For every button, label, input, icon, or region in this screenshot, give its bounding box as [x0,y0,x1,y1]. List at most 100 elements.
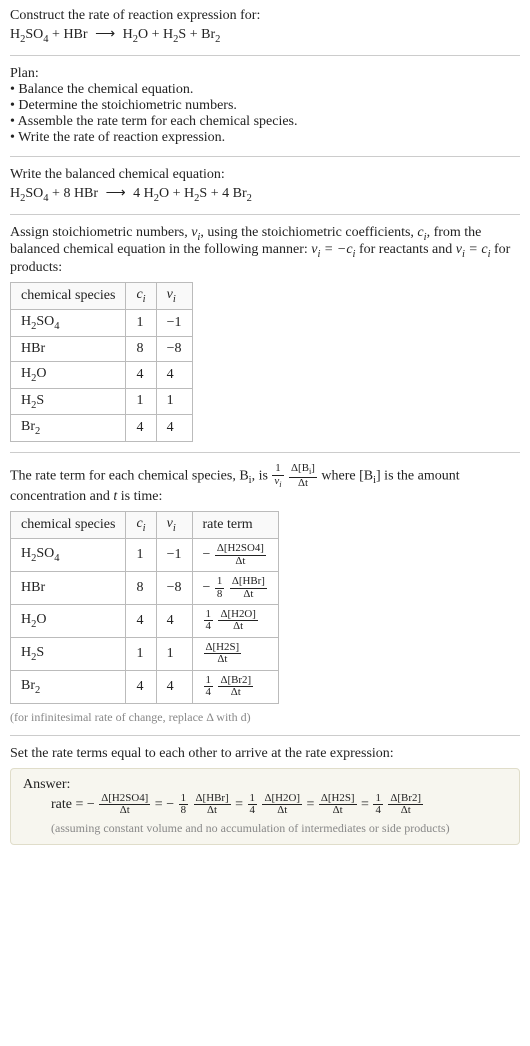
fraction: Δ[H2O]Δt [262,793,301,817]
sub: 4 [54,553,59,564]
sub: i [173,523,176,534]
chem: H [10,186,20,201]
cell: 4 [156,670,192,703]
sub: 2 [247,193,252,204]
cell: −1 [156,309,192,336]
chem: O [159,186,169,201]
num: Δ[Br2] [218,675,253,686]
cell: HBr [11,336,126,361]
chem: Br [233,186,247,201]
chem: S [36,393,44,408]
divider [10,214,520,215]
cell: 8 [126,336,156,361]
col-nui: νi [156,283,192,310]
fraction: 14 [204,609,213,633]
text: , is [252,469,272,484]
cell: Br2 [11,670,126,703]
chem: H [10,27,20,42]
cell: 4 [126,605,156,638]
num: 1 [248,793,257,804]
num: 1 [204,609,213,620]
cell: − 18 Δ[HBr]Δt [192,572,278,605]
plan-item: • Balance the chemical equation. [10,82,520,98]
fraction: Δ[Bi]Δt [289,463,317,489]
fraction: Δ[H2SO4]Δt [215,543,266,567]
plus: + [152,27,163,42]
chem: S [199,186,207,201]
num: Δ[HBr] [230,576,267,587]
chem: SO [25,186,43,201]
fraction: 14 [373,793,382,817]
plan-title: Plan: [10,66,520,82]
answer-box: Answer: rate = − Δ[H2SO4]Δt = − 18 Δ[HBr… [10,768,520,845]
answer-note: (assuming constant volume and no accumul… [51,821,507,836]
arrow-icon: ⟶ [102,186,130,201]
table-row: HBr 8 −8 − 18 Δ[HBr]Δt [11,572,279,605]
cell: 4 [126,670,156,703]
chem: H [21,366,31,381]
plus: + [190,27,201,42]
chem: Br [21,419,35,434]
rate-label: rate = − [51,797,98,812]
plan-item: • Write the rate of reaction expression. [10,130,520,146]
chem: SO [25,27,43,42]
den: 4 [204,686,213,698]
text: The rate term for each chemical species,… [10,469,249,484]
neg: − [203,580,214,595]
den: νi [272,475,283,490]
chem: H [21,546,31,561]
cell: Δ[H2S]Δt [192,637,278,670]
eq: = c [465,242,488,257]
plan-item: • Determine the stoichiometric numbers. [10,98,520,114]
plus: + [211,186,222,201]
fraction: Δ[HBr]Δt [194,793,231,817]
n: ] [311,462,315,474]
den: Δt [194,804,231,816]
den: Δt [99,804,150,816]
divider [10,156,520,157]
cell: − Δ[H2SO4]Δt [192,539,278,572]
table-row: HBr8−8 [11,336,193,361]
fraction: Δ[H2O]Δt [218,609,257,633]
chem: O [138,27,148,42]
den: Δt [215,555,266,567]
table-row: H2S11 [11,388,193,415]
den: 4 [204,620,213,632]
divider [10,452,520,453]
num: Δ[Bi] [289,463,317,477]
plan-item: • Assemble the rate term for each chemic… [10,114,520,130]
coeff: 8 [63,186,74,201]
num: 1 [204,675,213,686]
fraction: Δ[H2S]Δt [204,642,242,666]
chem: H [144,186,154,201]
plus: + [173,186,184,201]
text: where [B [321,469,373,484]
chem: H [21,393,31,408]
den: Δt [319,804,357,816]
fraction: Δ[Br2]Δt [218,675,253,699]
sub: 2 [35,685,40,696]
table-row: H2SO41−1 [11,309,193,336]
text: , using the stoichiometric coefficients, [200,225,417,240]
num: Δ[HBr] [194,793,231,804]
set-equal-text: Set the rate terms equal to each other t… [10,746,520,762]
table-caption: (for infinitesimal rate of change, repla… [10,710,520,725]
rate-intro: The rate term for each chemical species,… [10,463,520,505]
cell: H2S [11,637,126,670]
cell: −8 [156,572,192,605]
balanced-title: Write the balanced chemical equation: [10,167,520,183]
coeff: 4 [222,186,233,201]
cell: 1 [126,388,156,415]
table-row: Br244 [11,415,193,442]
text: Assign stoichiometric numbers, [10,225,191,240]
den: Δt [388,804,423,816]
chem: H [21,612,31,627]
table-row: Br2 4 4 14 Δ[Br2]Δt [11,670,279,703]
table-row: H2SO4 1 −1 − Δ[H2SO4]Δt [11,539,279,572]
num: Δ[H2S] [319,793,357,804]
table-row: H2O 4 4 14 Δ[H2O]Δt [11,605,279,638]
sub: i [143,294,146,305]
num: 1 [179,793,188,804]
den: 4 [373,804,382,816]
eq: = [306,797,317,812]
